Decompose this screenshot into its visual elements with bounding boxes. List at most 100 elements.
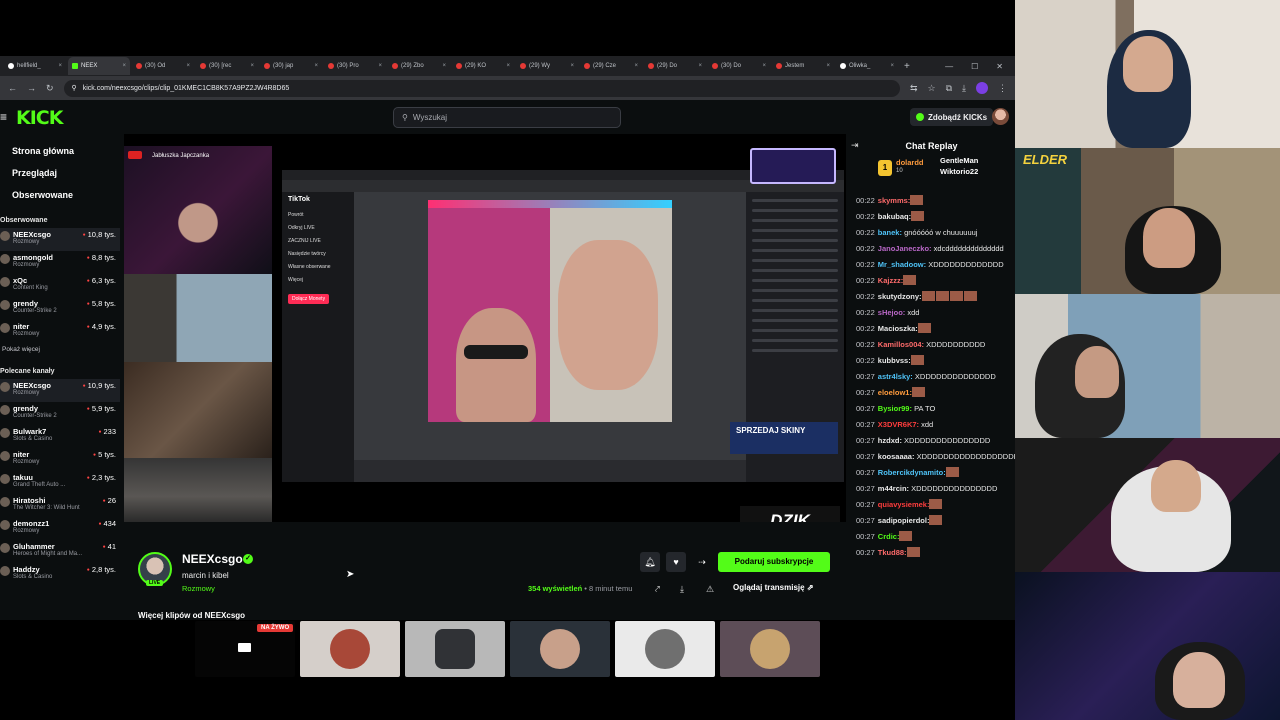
chat-username[interactable]: quiavysiemek: [878, 500, 930, 509]
chat-username[interactable]: m44rcin: [878, 484, 909, 493]
chat-username[interactable]: koosaaaa: [878, 452, 915, 461]
chat-username[interactable]: Macioszka: [878, 324, 918, 333]
stream-thumbnail[interactable] [300, 621, 400, 677]
back-icon[interactable]: ← [8, 83, 17, 93]
browser-tab[interactable]: (29) Wy × [516, 57, 578, 75]
browser-tab[interactable]: (29) Cze × [580, 57, 642, 75]
clip-video-player[interactable]: Jabłuszka Japczanka TikTok Powrót Odkryj… [124, 134, 846, 522]
chat-username[interactable]: banek: [878, 228, 902, 237]
user-avatar[interactable] [992, 108, 1009, 125]
get-kicks-button[interactable]: Zdobądź KICKs [910, 108, 994, 126]
chat-username[interactable]: Tkud88: [878, 548, 907, 557]
nav-browse[interactable]: Przeglądaj [0, 162, 120, 184]
browser-tab[interactable]: Oliwka_ × [836, 57, 898, 75]
reload-icon[interactable]: ↻ [46, 83, 54, 94]
chat-username[interactable]: astr4lsky: [878, 372, 913, 381]
forward-icon[interactable]: → [27, 83, 36, 93]
browser-tab[interactable]: (29) Do × [644, 57, 706, 75]
browser-tab[interactable]: (30) Do × [708, 57, 770, 75]
gift-subscription-button[interactable]: Podaruj subskrypcje [718, 552, 830, 572]
browser-menu-icon[interactable]: ⋮ [998, 83, 1007, 94]
third-gifter-name[interactable]: Wiktorio22 [940, 167, 978, 176]
chat-username[interactable]: Kamillos004: [878, 340, 924, 349]
browser-tab[interactable]: (29) Zbo × [388, 57, 450, 75]
chat-username[interactable]: X3DVR6K7: [878, 420, 919, 429]
chat-username[interactable]: hzdxd: [878, 436, 902, 445]
share-icon[interactable]: ⤤ [655, 584, 660, 595]
sidebar-channel[interactable]: HaddzySlots & Casino2,8 tys. [0, 563, 120, 586]
new-tab-icon[interactable]: + [904, 61, 910, 72]
sidebar-channel[interactable]: grendyCounter-Strike 25,9 tys. [0, 402, 120, 425]
close-tab-icon[interactable]: × [698, 63, 702, 69]
menu-hamburger-icon[interactable]: ≡ [0, 110, 7, 124]
close-tab-icon[interactable]: × [58, 63, 62, 69]
sidebar-channel[interactable]: takuuGrand Theft Auto ...2,3 tys. [0, 471, 120, 494]
channel-name[interactable]: NEEXcsgo [182, 552, 243, 566]
translate-icon[interactable]: ⇆ [910, 83, 918, 94]
close-tab-icon[interactable]: × [634, 63, 638, 69]
close-tab-icon[interactable]: × [890, 63, 894, 69]
sidebar-channel[interactable]: NEEXcsgoRozmowy10,9 tys. [0, 379, 120, 402]
stream-thumbnail[interactable] [405, 621, 505, 677]
chat-username[interactable]: kubbvss: [878, 356, 911, 365]
close-tab-icon[interactable]: × [442, 63, 446, 69]
sidebar-channel[interactable]: HiratoshiThe Witcher 3: Wild Hunt26 [0, 494, 120, 517]
follow-heart-icon[interactable]: ♥ [666, 552, 686, 572]
nav-following[interactable]: Obserwowane [0, 184, 120, 206]
chat-username[interactable]: Kajzzz: [878, 276, 903, 285]
bookmark-star-icon[interactable]: ☆ [928, 83, 936, 94]
channel-category[interactable]: Rozmowy [182, 584, 215, 593]
chat-username[interactable]: eloelow1: [878, 388, 912, 397]
chat-username[interactable]: bakubaq: [878, 212, 911, 221]
address-bar[interactable]: ⚲ kick.com/neexcsgo/clips/clip_01KMEC1CB… [63, 79, 900, 97]
second-gifter-name[interactable]: GentleMan [940, 156, 978, 165]
chat-username[interactable]: skutydzony: [878, 292, 922, 301]
chat-username[interactable]: Robercikdynamito: [878, 468, 946, 477]
more-icon[interactable]: ⇢ [692, 552, 712, 572]
top-gifter-name[interactable]: dolardd [896, 158, 924, 167]
search-input[interactable]: ⚲ Wyszukaj [393, 107, 621, 128]
browser-tab[interactable]: (30) jap × [260, 57, 322, 75]
close-tab-icon[interactable]: × [186, 63, 190, 69]
browser-tab[interactable]: Jestem × [772, 57, 834, 75]
browser-tab[interactable]: hellfield_ × [4, 57, 66, 75]
sidebar-channel[interactable]: asmongoldRozmowy8,8 tys. [0, 251, 120, 274]
maximize-icon[interactable]: ☐ [971, 62, 978, 71]
report-icon[interactable]: ⚠ [706, 584, 714, 595]
extensions-icon[interactable]: ⧉ [946, 83, 952, 94]
collapse-chat-icon[interactable]: ⇥ [851, 140, 859, 151]
close-tab-icon[interactable]: × [250, 63, 254, 69]
browser-tab[interactable]: NEEX × [68, 57, 130, 75]
close-tab-icon[interactable]: × [826, 63, 830, 69]
close-tab-icon[interactable]: × [506, 63, 510, 69]
browser-profile-avatar[interactable] [976, 82, 988, 94]
sidebar-channel[interactable]: GluhammerHeroes of Might and Ma...41 [0, 540, 120, 563]
notification-bell-icon[interactable]: 🔔︎ [640, 552, 660, 572]
browser-tab[interactable]: (29) KO × [452, 57, 514, 75]
browser-tab[interactable]: (30) Od × [132, 57, 194, 75]
stream-thumbnail[interactable] [510, 621, 610, 677]
stream-thumbnail[interactable] [720, 621, 820, 677]
minimize-icon[interactable]: — [945, 62, 953, 71]
download-icon[interactable]: ⤓ [962, 83, 966, 94]
sidebar-channel[interactable]: niterRozmowy5 tys. [0, 448, 120, 471]
close-tab-icon[interactable]: × [314, 63, 318, 69]
watch-stream-link[interactable]: Oglądaj transmisję ⇗ [733, 583, 814, 592]
chat-username[interactable]: Crdic: [878, 532, 900, 541]
sidebar-channel[interactable]: demonzz1Rozmowy434 [0, 517, 120, 540]
sidebar-channel[interactable]: Bulwark7Slots & Casino233 [0, 425, 120, 448]
close-tab-icon[interactable]: × [762, 63, 766, 69]
chat-username[interactable]: sadipopierdol: [878, 516, 930, 525]
close-window-icon[interactable]: ✕ [996, 62, 1003, 71]
stream-thumbnail[interactable] [615, 621, 715, 677]
chat-username[interactable]: Bysior99: [878, 404, 912, 413]
sidebar-channel[interactable]: NEEXcsgoRozmowy10,8 tys. [0, 228, 120, 251]
close-tab-icon[interactable]: × [570, 63, 574, 69]
browser-tab[interactable]: (30) [rec × [196, 57, 258, 75]
site-info-icon[interactable]: ⚲ [72, 84, 77, 92]
sidebar-channel[interactable]: grendyCounter-Strike 25,8 tys. [0, 297, 120, 320]
browser-tab[interactable]: (30) Pro × [324, 57, 386, 75]
chat-username[interactable]: Mr_shadoow: [878, 260, 926, 269]
chat-username[interactable]: sHejoo: [878, 308, 906, 317]
close-tab-icon[interactable]: × [122, 63, 126, 69]
